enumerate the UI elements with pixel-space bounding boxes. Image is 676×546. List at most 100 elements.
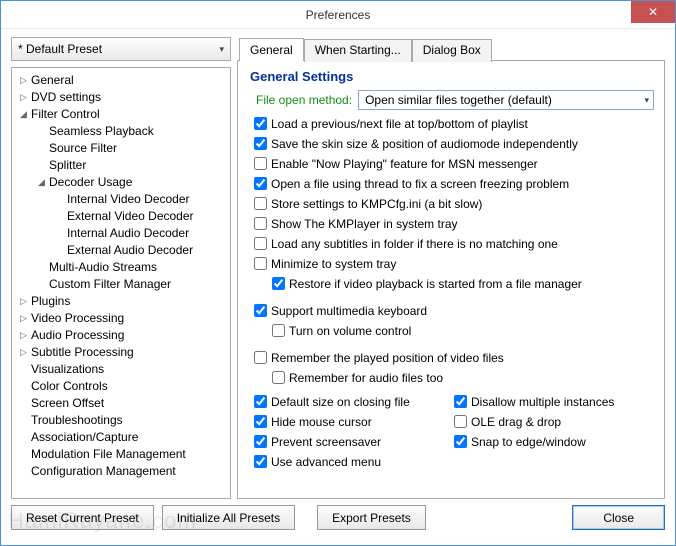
tree-item-label: Video Processing — [31, 310, 124, 327]
tree-item-label: External Video Decoder — [67, 208, 194, 225]
tab-dialog-box[interactable]: Dialog Box — [412, 39, 492, 62]
tree-item[interactable]: ▷Plugins — [14, 293, 228, 310]
tree-item[interactable]: ·Color Controls — [14, 378, 228, 395]
tree-item-label: Plugins — [31, 293, 70, 310]
tree-item[interactable]: ·Custom Filter Manager — [14, 276, 228, 293]
option-row: Open a file using thread to fix a screen… — [250, 174, 654, 193]
tree-bullet-icon: · — [18, 429, 29, 446]
tree-item[interactable]: ·Troubleshootings — [14, 412, 228, 429]
tree-expand-icon: ▷ — [18, 310, 29, 327]
option-row: Restore if video playback is started fro… — [250, 274, 654, 293]
tree-bullet-icon: · — [36, 157, 47, 174]
window-close-button[interactable]: ✕ — [631, 1, 675, 23]
checkbox-r0[interactable] — [454, 395, 467, 408]
option-row: Save the skin size & position of audiomo… — [250, 134, 654, 153]
tree-item[interactable]: ▷DVD settings — [14, 89, 228, 106]
checkbox-label: Hide mouse cursor — [271, 414, 372, 430]
checkbox-c6[interactable] — [254, 237, 267, 250]
close-icon: ✕ — [648, 5, 658, 19]
export-presets-button[interactable]: Export Presets — [317, 505, 426, 530]
file-open-method-select[interactable]: Open similar files together (default) ▾ — [358, 90, 654, 110]
tree-item[interactable]: ·Source Filter — [14, 140, 228, 157]
tree-bullet-icon: · — [54, 208, 65, 225]
tree-item-label: Modulation File Management — [31, 446, 186, 463]
checkbox-c5[interactable] — [254, 217, 267, 230]
checkbox-c7[interactable] — [254, 257, 267, 270]
checkbox-label: Load a previous/next file at top/bottom … — [271, 116, 528, 132]
tree-expand-icon: ▷ — [18, 89, 29, 106]
checkbox-label: Remember for audio files too — [289, 370, 443, 386]
initialize-all-presets-button[interactable]: Initialize All Presets — [162, 505, 295, 530]
tree-item[interactable]: ▷Audio Processing — [14, 327, 228, 344]
settings-tree[interactable]: ▷General▷DVD settings◢Filter Control·Sea… — [11, 67, 231, 499]
tree-item[interactable]: ▷General — [14, 72, 228, 89]
tree-item[interactable]: ◢Filter Control — [14, 106, 228, 123]
checkbox-label: Minimize to system tray — [271, 256, 396, 272]
tree-item[interactable]: ·Association/Capture — [14, 429, 228, 446]
tree-item-label: Troubleshootings — [31, 412, 123, 429]
checkbox-label: Save the skin size & position of audiomo… — [271, 136, 578, 152]
file-open-method-label: File open method: — [256, 92, 352, 108]
tree-collapse-icon: ◢ — [18, 106, 29, 123]
tree-item[interactable]: ·Seamless Playback — [14, 123, 228, 140]
tree-item[interactable]: ·External Video Decoder — [14, 208, 228, 225]
preset-select[interactable]: * Default Preset ▾ — [11, 37, 231, 61]
checkbox-c7a[interactable] — [272, 277, 285, 290]
footer: Reset Current Preset Initialize All Pres… — [1, 499, 675, 540]
checkbox-c0[interactable] — [254, 117, 267, 130]
tree-item-label: Source Filter — [49, 140, 117, 157]
file-open-method-value: Open similar files together (default) — [365, 92, 552, 108]
option-row: Remember for audio files too — [250, 368, 654, 387]
checkbox-c8[interactable] — [254, 304, 267, 317]
option-row: Enable "Now Playing" feature for MSN mes… — [250, 154, 654, 173]
checkbox-l0[interactable] — [254, 395, 267, 408]
tree-item[interactable]: ▷Subtitle Processing — [14, 344, 228, 361]
checkbox-c2[interactable] — [254, 157, 267, 170]
tree-item[interactable]: ·Visualizations — [14, 361, 228, 378]
checkbox-label: Restore if video playback is started fro… — [289, 276, 582, 292]
close-button[interactable]: Close — [572, 505, 665, 530]
tree-item-label: Association/Capture — [31, 429, 138, 446]
tree-bullet-icon: · — [54, 225, 65, 242]
tree-item[interactable]: ·Internal Video Decoder — [14, 191, 228, 208]
option-row: Load a previous/next file at top/bottom … — [250, 114, 654, 133]
checkbox-c4[interactable] — [254, 197, 267, 210]
reset-current-preset-button[interactable]: Reset Current Preset — [11, 505, 154, 530]
checkbox-label: Load any subtitles in folder if there is… — [271, 236, 558, 252]
tree-bullet-icon: · — [18, 412, 29, 429]
checkbox-l1[interactable] — [254, 415, 267, 428]
checkbox-l3[interactable] — [254, 455, 267, 468]
tree-item[interactable]: ·Screen Offset — [14, 395, 228, 412]
checkbox-c9[interactable] — [254, 351, 267, 364]
tree-item[interactable]: ·Splitter — [14, 157, 228, 174]
checkbox-label: OLE drag & drop — [471, 414, 561, 430]
tree-item[interactable]: ▷Video Processing — [14, 310, 228, 327]
option-row: Store settings to KMPCfg.ini (a bit slow… — [250, 194, 654, 213]
option-row: Turn on volume control — [250, 321, 654, 340]
option-row: OLE drag & drop — [450, 412, 654, 431]
checkbox-c8a[interactable] — [272, 324, 285, 337]
tree-item[interactable]: ◢Decoder Usage — [14, 174, 228, 191]
tab-when-starting[interactable]: When Starting... — [304, 39, 412, 62]
tree-item[interactable]: ·Multi-Audio Streams — [14, 259, 228, 276]
chevron-down-icon: ▾ — [644, 92, 649, 108]
tree-item[interactable]: ·Modulation File Management — [14, 446, 228, 463]
tree-item[interactable]: ·External Audio Decoder — [14, 242, 228, 259]
checkbox-label: Support multimedia keyboard — [271, 303, 427, 319]
checkbox-c1[interactable] — [254, 137, 267, 150]
option-row: Minimize to system tray — [250, 254, 654, 273]
checkbox-c3[interactable] — [254, 177, 267, 190]
tree-item[interactable]: ·Configuration Management — [14, 463, 228, 480]
checkbox-l2[interactable] — [254, 435, 267, 448]
tab-general[interactable]: General — [239, 38, 304, 61]
checkbox-label: Enable "Now Playing" feature for MSN mes… — [271, 156, 538, 172]
tree-item-label: Multi-Audio Streams — [49, 259, 157, 276]
tree-item-label: Internal Audio Decoder — [67, 225, 189, 242]
checkbox-label: Disallow multiple instances — [471, 394, 614, 410]
checkbox-r1[interactable] — [454, 415, 467, 428]
tree-item-label: General — [31, 72, 74, 89]
tree-item-label: DVD settings — [31, 89, 101, 106]
checkbox-c9a[interactable] — [272, 371, 285, 384]
checkbox-r2[interactable] — [454, 435, 467, 448]
tree-item[interactable]: ·Internal Audio Decoder — [14, 225, 228, 242]
